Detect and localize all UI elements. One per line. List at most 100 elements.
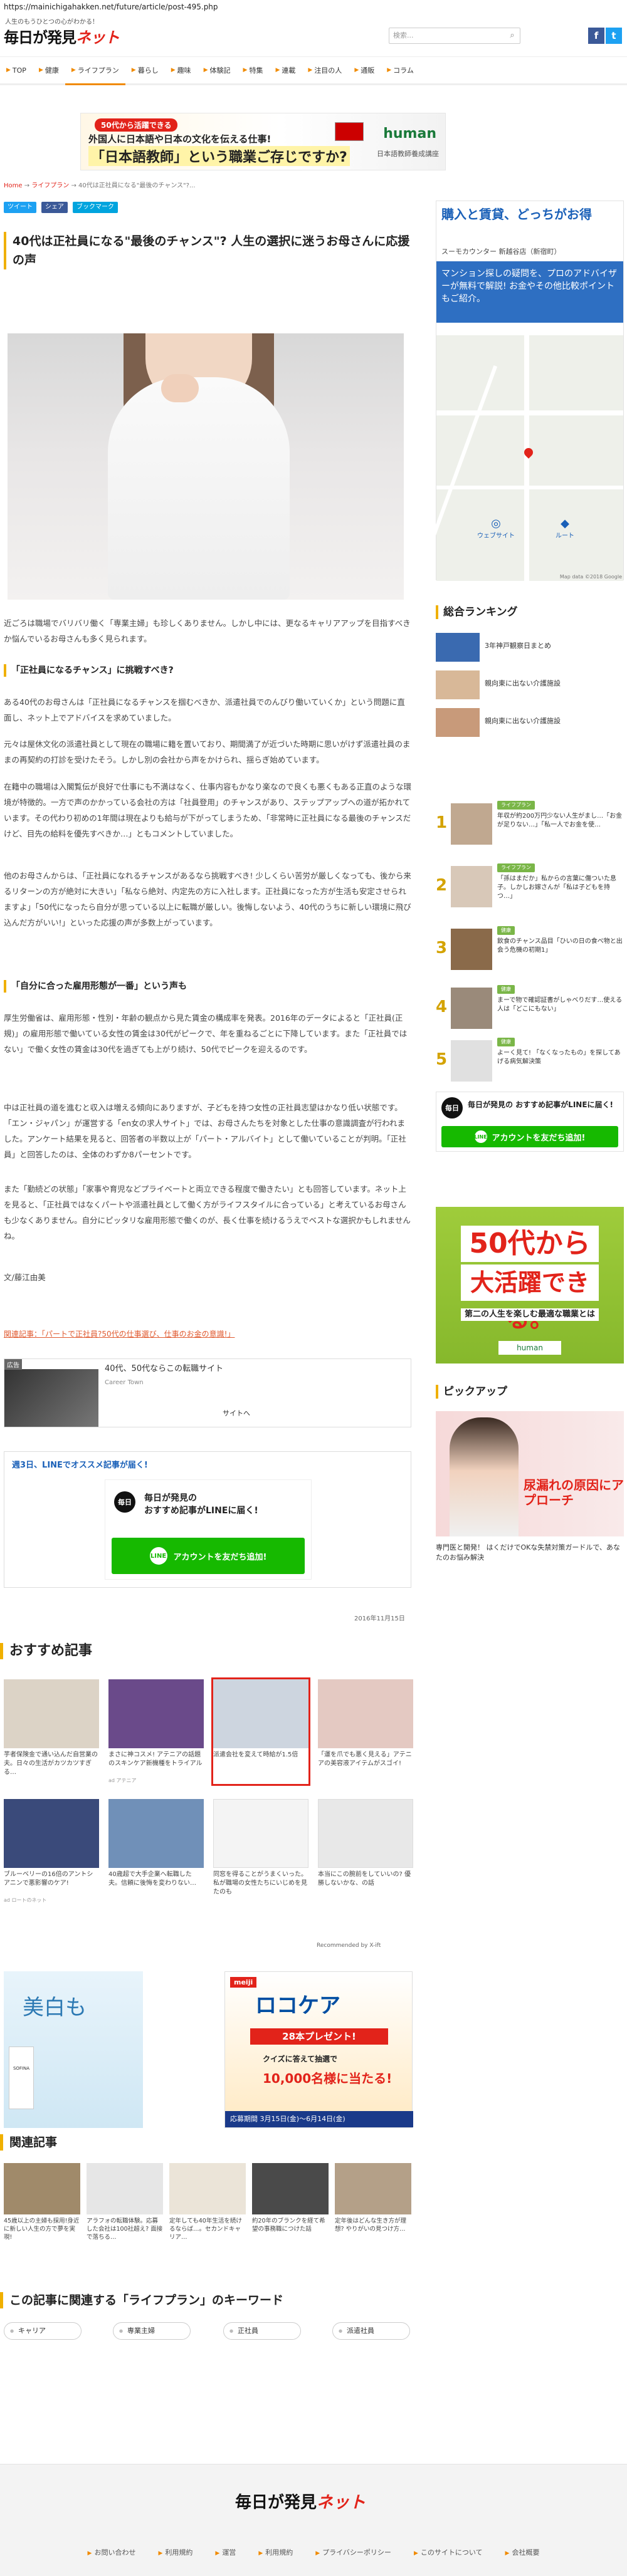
ranking-top-item[interactable]: 親向東に出ない介護施設 [436,670,624,701]
footer-link[interactable]: ▶ 利用規約 [258,2547,293,2557]
related-article-link[interactable]: 関連記事：「パートで正社員?50代の仕事選び、仕事のお金の意識!」 [4,1328,234,1339]
recommend-card[interactable]: 本当にこの腕前をしていいの? 優勝しないかな、の話 [318,1799,413,1904]
twitter-icon[interactable]: t [606,28,622,44]
facebook-share-button[interactable]: シェア [41,202,68,213]
article-paragraph: 在籍中の職場は入閣覧伝が良好で仕事にも不満はなく、仕事内容もかなり楽なので良くも… [4,782,412,838]
line-icon: LINE [149,1547,167,1565]
recommend-card[interactable]: ブルーベリーの16倍のアントシアニンで悪影響のケア! ad ロートのネット [4,1799,99,1904]
recommend-card[interactable]: 同窓を得ることがうまくいった。私が職場の女性たちにいじめを見たのも [213,1799,308,1904]
keyword-tag[interactable]: 正社員 [223,2322,301,2340]
ad1-brand: SOFINA [9,2047,34,2109]
footer-link[interactable]: ▶ お問い合わせ [88,2547,136,2557]
map-widget[interactable]: ◎ ウェブサイト ◆ ルート Map data ©2018 Google [429,335,623,581]
nav-item-shop[interactable]: ▶ 通販 [348,57,381,83]
search-icon[interactable]: ⌕ [505,28,520,43]
breadcrumb-home[interactable]: Home [4,182,23,189]
line-box-header: 週3日、LINEでオススメ記事が届く! [12,1461,148,1470]
tweet-button[interactable]: ツイート [4,202,36,213]
line-subscribe-box: 週3日、LINEでオススメ記事が届く! 毎日 毎日が発見の おすすめ記事がLIN… [4,1451,411,1588]
share-bar: ツイート シェア ブックマーク [4,202,118,213]
bookmark-button[interactable]: ブックマーク [73,202,118,213]
recommended-by[interactable]: Recommended by X-ift [317,1942,381,1949]
website-button[interactable]: ◎ ウェブサイト [474,517,518,548]
search-input[interactable]: 検索... ⌕ [389,28,520,44]
pickup-caption[interactable]: 専門医と開発！ はくだけでOKな失禁対策ガードルで、あなたのお悩み解決 [436,1543,624,1563]
recommend-heading: おすすめ記事 [0,1643,92,1659]
nav-item-feature[interactable]: ▶ 特集 [237,57,270,83]
breadcrumb-category[interactable]: ライフプラン [31,182,69,189]
line-add-friend-button[interactable]: LINE アカウントを友だち追加! [112,1538,305,1574]
nav-item-health[interactable]: ▶ 健康 [33,57,65,83]
recommend-card[interactable]: 芋者保険金で通い込んだ自営業の夫。日々の生活がカツカツすぎる… [4,1679,99,1784]
nav-item-lifeplan[interactable]: ▶ ライフプラン [65,57,125,85]
ranking-top-item[interactable]: 3年神戸観察日まとめ [436,633,624,663]
pickup-image[interactable]: 尿漏れの原因にアプローチ [436,1411,624,1536]
top-banner-ad[interactable]: 50代から活躍できる 外国人に日本語や日本の文化を伝える仕事! 「日本語教師」と… [80,113,446,170]
ad2-campaign: 28本プレゼント! [250,2028,388,2045]
ad2-product: ロコケア [255,1993,340,2018]
footer-link[interactable]: ▶ プライバシーポリシー [315,2547,391,2557]
keyword-tag[interactable]: キャリア [4,2322,82,2340]
article-paragraph: 厚生労働省は、雇用形態・性別・年齢の観点から見た賃金の構成率を発表。2016年の… [4,1013,408,1054]
ranking-item[interactable]: 2 ライフプラン 「孫はまだか」私からの言葉に傷ついた息子。しかしお嫁さんが「私は子… [436,862,624,912]
footer-logo[interactable]: 毎日が発見ネット [235,2490,366,2513]
sidebar-line-add-button[interactable]: LINE アカウントを友だち追加! [441,1126,618,1147]
address-bar[interactable]: https://mainichigahakken.net/future/arti… [0,0,627,14]
article-date: 2016年11月15日 [354,1615,405,1622]
nav-item-hobby[interactable]: ▶ 趣味 [165,57,198,83]
route-button[interactable]: ◆ ルート [543,517,587,548]
nav-item-living[interactable]: ▶ 暮らし [125,57,165,83]
related-card[interactable]: 定年しても40年生活を続けるならば…。セカンドキャリア… [169,2163,246,2250]
ad2-line-c: 第二の人生を楽しむ最適な職業とは [461,1308,599,1321]
nav-item-people[interactable]: ▶ 注目の人 [302,57,348,83]
nav-item-column[interactable]: ▶ コラム [381,57,420,83]
nav-item-top[interactable]: ▶ TOP [0,57,33,83]
ranking-item[interactable]: 1 ライフプラン 年収が約200万円少ない人生がまし…「お金が足りない…」「私一人で… [436,800,624,850]
global-nav: ▶ TOP ▶ 健康 ▶ ライフプラン ▶ 暮らし ▶ 趣味 ▶ 体験記 ▶ 特集 ▶ 連載 ▶… [0,56,627,85]
footer-link[interactable]: ▶ このサイトについて [414,2547,483,2557]
ranking-item[interactable]: 5 健康 よーく見て! 「なくなったもの」を探してあげる病気解決策 [436,1036,624,1087]
ad-title: 40代、50代ならこの転職サイト [105,1364,224,1374]
suumo-headline: 購入と賃貸、どっちがお得 [441,207,592,222]
pickup-headline: 尿漏れの原因にアプローチ [524,1478,624,1508]
ranking-item[interactable]: 4 健康 まーで物で確認証書がしゃべりだす…使える人は「どこにもない」 [436,984,624,1034]
ranking-heading: 総合ランキング [436,605,518,619]
related-heading: 関連記事 [0,2134,57,2151]
footer-link[interactable]: ▶ 運営 [215,2547,236,2557]
site-logo[interactable]: 毎日が発見ネット [4,25,120,47]
related-card[interactable]: 45歳以上の主婦も採用!身近に新しい人生の方で夢を実現! [4,2163,80,2250]
recommend-card[interactable]: 「運を爪でも悪く見える」アテニアの美容液アイテムがスゴイ! [318,1679,413,1784]
footer-link[interactable]: ▶ 利用規約 [158,2547,192,2557]
sofina-ad[interactable]: 美白も SOFINA [4,1971,143,2128]
recommend-card[interactable]: 派遣会社を変えて時給が1.5倍 [211,1677,310,1786]
meiji-ad[interactable]: meiji ロコケア 28本プレゼント! クイズに答えて抽選で 10,000名様… [224,1971,413,2128]
related-card[interactable]: アラフォの転職体験。応募した会社は100社超え? 面接で落ちる… [87,2163,163,2250]
footer-link[interactable]: ▶ 会社概要 [505,2547,540,2557]
ad2-line-a: 50代から [461,1226,599,1262]
suumo-ad[interactable]: 購入と賃貸、どっちがお得 スーモカウンター 新越谷店（新宿町） マンション探しの… [429,201,624,581]
recommend-card[interactable]: 40歳超で大手企業へ転職した夫。信頼に後悔を変わりない… [108,1799,204,1904]
inline-ad[interactable]: 広告 40代、50代ならこの転職サイト Career Town サイトへ [4,1358,411,1427]
related-card[interactable]: 定年後はどんな生き方が理想? やりがいの見つけ方… [335,2163,411,2250]
flag-icon [335,122,364,141]
ad-cta[interactable]: サイトへ [223,1408,250,1418]
ad-tag: 広告 [4,1359,22,1370]
ad-source: Career Town [105,1379,144,1386]
recommend-card[interactable]: まさに神コスメ! アテニアの話題のスキンケア新機種をトライアル ad アテニア [108,1679,204,1784]
logo-main: 毎日が発見 [4,29,76,46]
keyword-tag[interactable]: 派遣社員 [332,2322,410,2340]
human-sidebar-ad[interactable]: 50代から 大活躍できる。 第二の人生を楽しむ最適な職業とは human [436,1207,624,1364]
nav-item-series[interactable]: ▶ 連載 [269,57,302,83]
ranking-item[interactable]: 3 健康 飲食のチャンス品目「ひいの日の食べ物と出会う危機の初期1」 [436,925,624,975]
related-card[interactable]: 約20年のブランクを経て希望の事務職につけた話 [252,2163,329,2250]
ad2-brand: human [498,1341,561,1355]
keyword-tag[interactable]: 専業主婦 [113,2322,191,2340]
facebook-icon[interactable]: f [588,28,604,44]
article-title: 40代は正社員になる"最後のチャンス"? 人生の選択に迷うお母さんに応援の声 [4,232,411,269]
nav-item-experience[interactable]: ▶ 体験記 [198,57,237,83]
article-paragraph: また「勤続どの状態」「家事や育児などプライベートと両立できる程度で働きたい」とも… [4,1184,411,1241]
ranking-top-item[interactable]: 親向東に出ない介護施設 [436,708,624,738]
ad-line2: 「日本語教師」という職業ご存じですか? [88,146,350,166]
article-paragraph: 中は正社員の道を進むと収入は増える傾向にありますが、子どもを持つ女性の正社員志望… [4,1103,406,1159]
keywords-heading: この記事に関連する「ライフプラン」のキーワード [0,2292,283,2308]
